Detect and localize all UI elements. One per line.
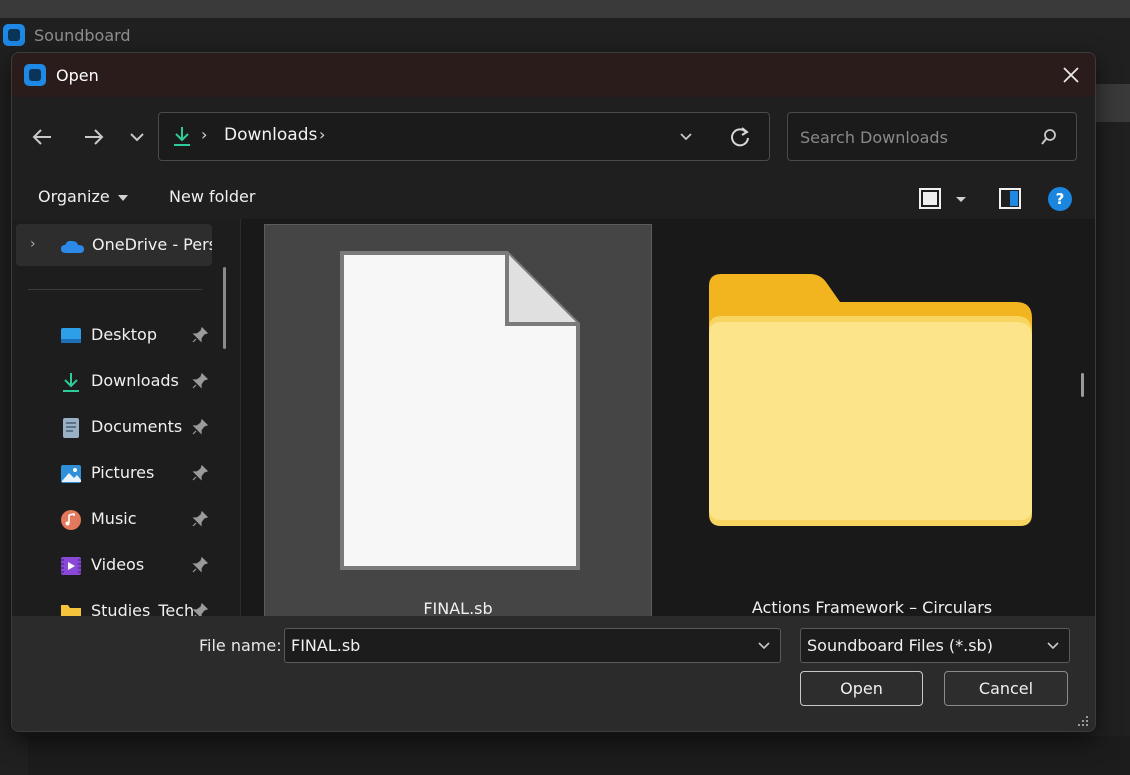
- file-type-value: Soundboard Files (*.sb): [807, 636, 993, 655]
- videos-icon: [61, 557, 81, 575]
- open-button[interactable]: Open: [800, 671, 923, 706]
- sidebar-item-label: Videos: [91, 555, 145, 574]
- sidebar-item-videos[interactable]: Videos: [12, 543, 222, 589]
- pin-icon: [192, 603, 208, 616]
- pin-icon: [192, 327, 208, 343]
- sidebar-item-label: Music: [91, 509, 137, 528]
- resize-grip-icon[interactable]: [1077, 715, 1089, 727]
- view-icon: [919, 188, 966, 209]
- arrow-right-icon: [85, 129, 104, 145]
- folder-icon: [61, 605, 81, 616]
- close-button[interactable]: [1057, 61, 1085, 89]
- arrow-left-icon: [32, 129, 51, 145]
- caret-down-icon: [117, 194, 128, 201]
- close-icon: [1063, 67, 1079, 83]
- sidebar-item-studies-tech[interactable]: Studies_Tech: [12, 589, 222, 616]
- sidebar-item-label: Studies_Tech: [91, 601, 195, 616]
- open-dialog: Open › Downloads › Organize New fol: [11, 52, 1096, 732]
- sidebar-item-label: Pictures: [91, 463, 155, 482]
- background-app-titlebar: Soundboard: [0, 18, 1130, 52]
- search-input[interactable]: [798, 123, 1032, 151]
- new-folder-button[interactable]: New folder: [169, 187, 255, 206]
- sidebar-item-documents[interactable]: Documents: [12, 405, 222, 451]
- pin-icon: [192, 465, 208, 481]
- pin-icon: [192, 511, 208, 527]
- file-list: FINAL.sb Actions Framework – Circulars: [241, 219, 1095, 616]
- pin-icon: [192, 557, 208, 573]
- app-icon: [3, 24, 25, 46]
- file-name-label: FINAL.sb: [423, 599, 493, 616]
- desktop-icon: [61, 328, 81, 343]
- file-name-value[interactable]: FINAL.sb: [291, 636, 360, 655]
- sidebar-item-music[interactable]: Music: [12, 497, 222, 543]
- dialog-app-icon: [24, 64, 46, 86]
- address-bar[interactable]: › Downloads ›: [158, 112, 770, 161]
- file-name-input[interactable]: FINAL.sb: [284, 628, 781, 663]
- search-box[interactable]: [787, 112, 1077, 161]
- forward-button[interactable]: [78, 124, 108, 150]
- chevron-down-icon: [130, 133, 144, 142]
- sidebar-item-label: Documents: [91, 417, 183, 436]
- sidebar-item-onedrive[interactable]: › OneDrive - Perso: [16, 224, 212, 266]
- file-item-final-sb[interactable]: FINAL.sb: [264, 224, 652, 616]
- sidebar-item-label: Desktop: [91, 325, 157, 344]
- help-button[interactable]: ?: [1048, 187, 1072, 211]
- onedrive-cloud-icon: [61, 240, 84, 253]
- dialog-title: Open: [56, 65, 99, 85]
- file-type-select[interactable]: Soundboard Files (*.sb): [800, 628, 1070, 663]
- background-app-panel: [1094, 84, 1130, 122]
- pin-icon: [192, 373, 208, 389]
- folder-name-label: Actions Framework – Circulars: [751, 598, 993, 616]
- pictures-icon: [61, 465, 81, 483]
- cancel-button[interactable]: Cancel: [944, 671, 1068, 706]
- breadcrumb-downloads[interactable]: Downloads: [224, 125, 317, 145]
- folder-icon: [709, 274, 1032, 526]
- expand-chevron-icon[interactable]: ›: [30, 236, 36, 252]
- sidebar-item-downloads[interactable]: Downloads: [12, 359, 222, 405]
- chevron-down-icon: [1047, 642, 1059, 650]
- back-button[interactable]: [28, 124, 58, 150]
- folder-item-actions-framework[interactable]: Actions Framework – Circulars: [678, 224, 1066, 616]
- document-icon: [63, 418, 79, 438]
- recent-locations-button[interactable]: [124, 124, 154, 150]
- sidebar-item-pictures[interactable]: Pictures: [12, 451, 222, 497]
- navigation-pane: › OneDrive - Perso Desktop Downloads Doc…: [12, 219, 240, 616]
- file-icon: [340, 251, 580, 570]
- file-list-scrollbar[interactable]: [1081, 373, 1084, 397]
- app-title: Soundboard: [34, 25, 131, 45]
- download-icon: [174, 127, 190, 146]
- sidebar-item-desktop[interactable]: Desktop: [12, 313, 222, 359]
- preview-pane-icon: [999, 188, 1021, 209]
- breadcrumb-separator: ›: [201, 125, 208, 144]
- sidebar-item-label: Downloads: [91, 371, 179, 390]
- file-name-label: File name:: [199, 636, 282, 655]
- background-app-bottom: [28, 736, 1130, 775]
- background-top-strip: [0, 0, 1130, 18]
- organize-button[interactable]: Organize: [38, 187, 128, 206]
- chevron-down-icon[interactable]: [677, 127, 695, 145]
- search-icon: [1041, 129, 1056, 145]
- sidebar-item-label: OneDrive - Perso: [92, 235, 212, 254]
- dialog-footer: File name: FINAL.sb Soundboard Files (*.…: [12, 616, 1095, 731]
- breadcrumb-separator: ›: [319, 125, 326, 144]
- command-bar: Organize New folder ?: [12, 177, 1095, 219]
- music-icon: [61, 510, 81, 530]
- sidebar-scrollbar[interactable]: [223, 267, 226, 349]
- view-options-button[interactable]: [918, 187, 968, 215]
- chevron-down-icon[interactable]: [756, 639, 772, 653]
- dialog-titlebar: Open: [12, 53, 1095, 97]
- organize-label: Organize: [38, 187, 110, 206]
- pin-icon: [192, 419, 208, 435]
- navigation-bar: › Downloads ›: [12, 97, 1095, 177]
- refresh-icon[interactable]: [729, 126, 751, 148]
- preview-pane-button[interactable]: [998, 187, 1022, 215]
- sidebar-divider: [28, 289, 202, 290]
- download-icon: [63, 373, 79, 392]
